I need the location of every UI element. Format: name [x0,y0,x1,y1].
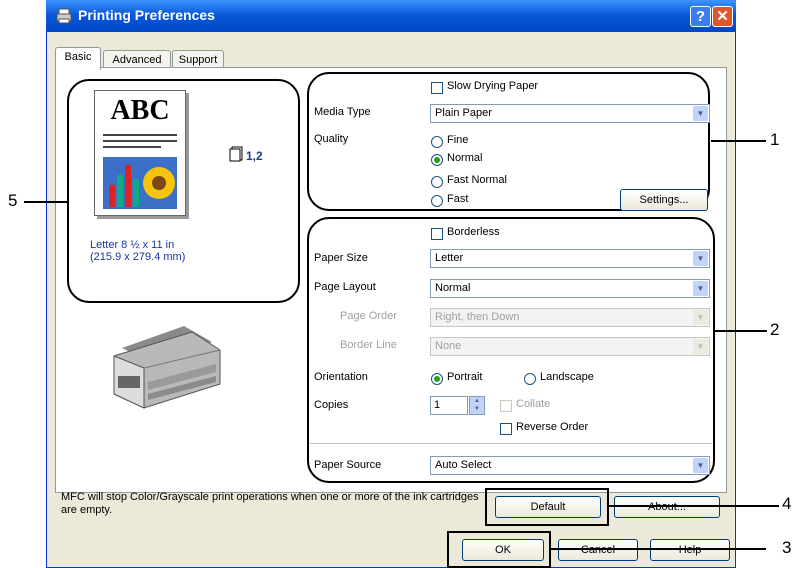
page-layout-value: Normal [435,282,471,294]
quality-normal-label: Normal [447,152,483,164]
page-order-value: Right, then Down [435,311,520,323]
paper-size-select[interactable]: Letter ▼ [430,249,710,268]
orientation-label: Orientation [314,371,368,383]
preview-abc-text: ABC [110,95,170,126]
copies-spinner[interactable]: ▲ ▼ [469,396,485,415]
quality-normal-radio[interactable] [431,154,443,166]
ok-button[interactable]: OK [462,539,544,561]
collate-checkbox [500,400,512,412]
preview-image [103,134,177,209]
copies-icon-text: 1,2 [246,149,263,163]
settings-button[interactable]: Settings... [620,189,708,211]
quality-fine-label: Fine [447,134,469,146]
ink-warning-message: MFC will stop Color/Grayscale print oper… [61,491,479,516]
paper-source-select[interactable]: Auto Select ▼ [430,456,710,475]
paper-size-line2: (215.9 x 279.4 mm) [90,251,186,263]
chevron-down-icon: ▼ [693,339,708,354]
slow-drying-checkbox[interactable] [431,82,443,94]
copies-input[interactable]: 1 [430,396,468,415]
borderless-checkbox[interactable] [431,228,443,240]
chevron-down-icon: ▼ [693,251,708,266]
window-title: Printing Preferences [78,7,215,23]
callout-line-3 [551,548,766,550]
landscape-radio[interactable] [524,373,536,385]
border-line-select: None ▼ [430,337,710,356]
chevron-down-icon: ▼ [693,281,708,296]
callout-line-4 [609,505,779,507]
chevron-down-icon: ▼ [693,310,708,325]
portrait-radio[interactable] [431,373,443,385]
callout-5: 5 [8,191,18,210]
callout-line-2 [715,330,767,332]
quality-fast-normal-label: Fast Normal [447,174,507,186]
close-button[interactable]: ✕ [712,6,733,27]
copies-icon [229,146,243,165]
media-type-label: Media Type [314,106,371,118]
callout-3: 3 [782,538,792,557]
slow-drying-label: Slow Drying Paper [447,80,539,92]
callout-2: 2 [770,320,780,339]
callout-line-5 [24,201,68,203]
printer-icon [56,8,72,24]
portrait-label: Portrait [447,371,483,383]
callout-line-1 [711,140,766,142]
reverse-order-label: Reverse Order [516,421,589,433]
quality-fast-normal-radio[interactable] [431,176,443,188]
page-order-label: Page Order [340,310,397,322]
paper-size-label: Paper Size [314,252,368,264]
help-button[interactable]: Help [650,539,730,561]
chevron-down-icon: ▼ [693,458,708,473]
copies-label: Copies [314,399,349,411]
tab-basic[interactable]: Basic [55,47,101,70]
quality-fine-radio[interactable] [431,136,443,148]
help-title-button[interactable]: ? [690,6,711,27]
paper-size-value: Letter [435,252,464,264]
paper-source-value: Auto Select [435,459,492,471]
reverse-order-checkbox[interactable] [500,423,512,435]
border-line-value: None [435,340,462,352]
borderless-label: Borderless [447,226,500,238]
separator [310,443,712,444]
document-preview: ABC [94,90,186,216]
quality-fast-label: Fast [447,193,469,205]
quality-fast-radio[interactable] [431,195,443,207]
paper-source-label: Paper Source [314,459,382,471]
callout-4: 4 [782,494,792,513]
quality-label: Quality [314,133,349,145]
page-order-select: Right, then Down ▼ [430,308,710,327]
media-type-value: Plain Paper [435,107,492,119]
default-button[interactable]: Default [495,496,601,518]
page-layout-label: Page Layout [314,281,376,293]
callout-1: 1 [770,130,780,149]
media-type-select[interactable]: Plain Paper ▼ [430,104,710,123]
landscape-label: Landscape [540,371,594,383]
paper-size-line1: Letter 8 ½ x 11 in [90,239,175,251]
page-layout-select[interactable]: Normal ▼ [430,279,710,298]
collate-label: Collate [516,398,551,410]
about-button[interactable]: About... [614,496,720,518]
chevron-down-icon: ▼ [693,106,708,121]
border-line-label: Border Line [340,339,397,351]
cancel-button[interactable]: Cancel [558,539,638,561]
printer-illustration [113,326,221,409]
